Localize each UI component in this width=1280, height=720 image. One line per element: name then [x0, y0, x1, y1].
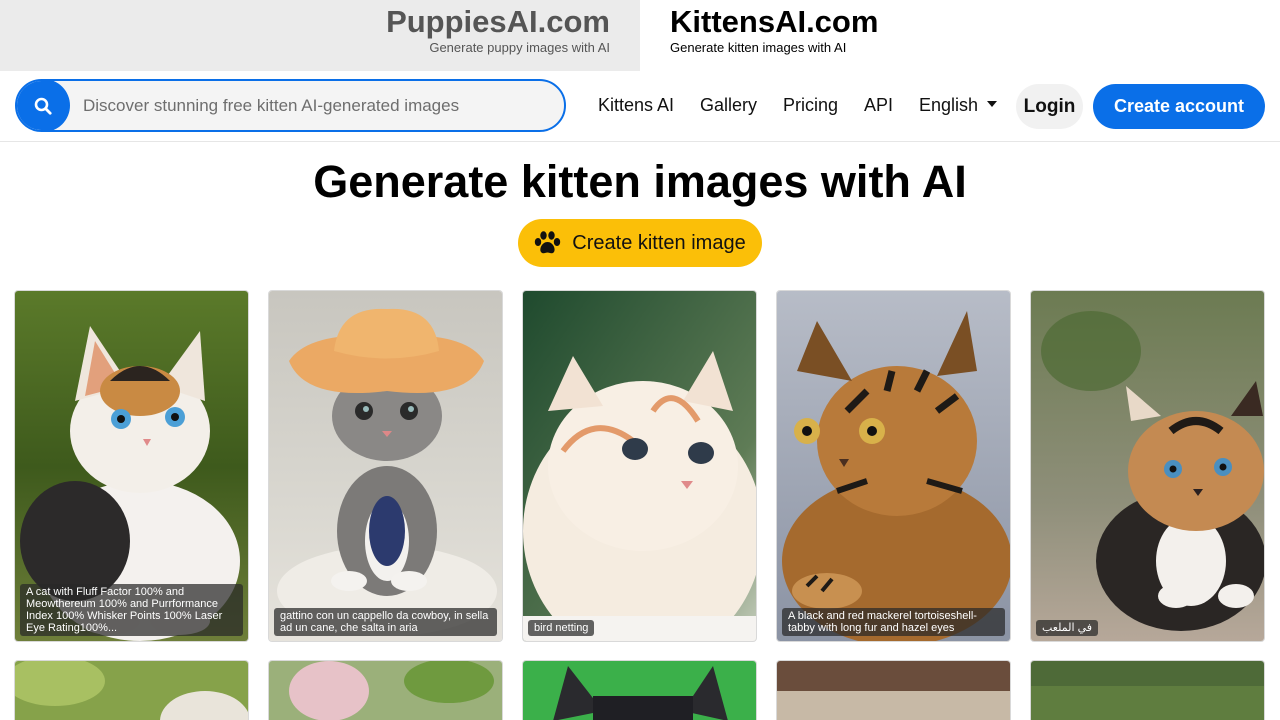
nav-gallery[interactable]: Gallery: [700, 94, 757, 116]
gallery-card[interactable]: [522, 660, 757, 720]
puppies-site-subtitle: Generate puppy images with AI: [429, 40, 610, 55]
gallery-card[interactable]: gattino con un cappello da cowboy, in se…: [268, 290, 503, 642]
kittens-site-title: KittensAI.com: [670, 4, 879, 39]
search-icon: [34, 97, 52, 115]
kitten-image: [523, 661, 756, 720]
gallery-card[interactable]: [14, 660, 249, 720]
kittens-site-link[interactable]: KittensAI.com Generate kitten images wit…: [640, 0, 1280, 71]
gallery-card[interactable]: bird netting: [522, 290, 757, 642]
kitten-image: [777, 661, 1010, 720]
image-caption: gattino con un cappello da cowboy, in se…: [274, 608, 497, 636]
login-button[interactable]: Login: [1016, 84, 1083, 129]
nav-api[interactable]: API: [864, 94, 893, 116]
kitten-image: [523, 291, 756, 641]
search-bar: [15, 79, 566, 132]
search-input[interactable]: [83, 81, 553, 130]
create-kitten-image-label: Create kitten image: [572, 231, 746, 254]
kitten-image: [269, 291, 502, 641]
page-title: Generate kitten images with AI: [313, 156, 967, 207]
gallery-card[interactable]: [268, 660, 503, 720]
kitten-image: [15, 661, 248, 720]
nav-pricing[interactable]: Pricing: [783, 94, 838, 116]
kitten-image: [1031, 291, 1264, 641]
gallery-card[interactable]: في الملعب: [1030, 290, 1265, 642]
gallery-card[interactable]: A black and red mackerel tortoiseshell-t…: [776, 290, 1011, 642]
nav-kittens-ai[interactable]: Kittens AI: [598, 94, 674, 116]
kitten-image: [1031, 661, 1264, 720]
image-caption: bird netting: [528, 620, 595, 636]
puppies-site-link[interactable]: PuppiesAI.com Generate puppy images with…: [0, 0, 640, 71]
language-label: English: [919, 95, 979, 115]
navbar: Kittens AI Gallery Pricing API English L…: [0, 71, 1280, 142]
kitten-image: [269, 661, 502, 720]
gallery-card[interactable]: [776, 660, 1011, 720]
caret-down-icon: [987, 101, 998, 107]
language-dropdown[interactable]: English: [919, 94, 998, 116]
image-caption: A cat with Fluff Factor 100% and Meowthe…: [20, 584, 243, 636]
gallery-card[interactable]: [1030, 660, 1265, 720]
create-account-button[interactable]: Create account: [1093, 84, 1265, 129]
image-caption: في الملعب: [1036, 620, 1098, 636]
search-button[interactable]: [17, 81, 70, 130]
site-switcher: PuppiesAI.com Generate puppy images with…: [0, 0, 1280, 71]
create-kitten-image-button[interactable]: Create kitten image: [518, 219, 762, 267]
paw-icon: [535, 231, 561, 254]
image-caption: A black and red mackerel tortoiseshell-t…: [782, 608, 1005, 636]
puppies-site-title: PuppiesAI.com: [386, 4, 610, 39]
gallery-card[interactable]: A cat with Fluff Factor 100% and Meowthe…: [14, 290, 249, 642]
kittens-site-subtitle: Generate kitten images with AI: [670, 40, 847, 55]
kitten-image: [777, 291, 1010, 641]
